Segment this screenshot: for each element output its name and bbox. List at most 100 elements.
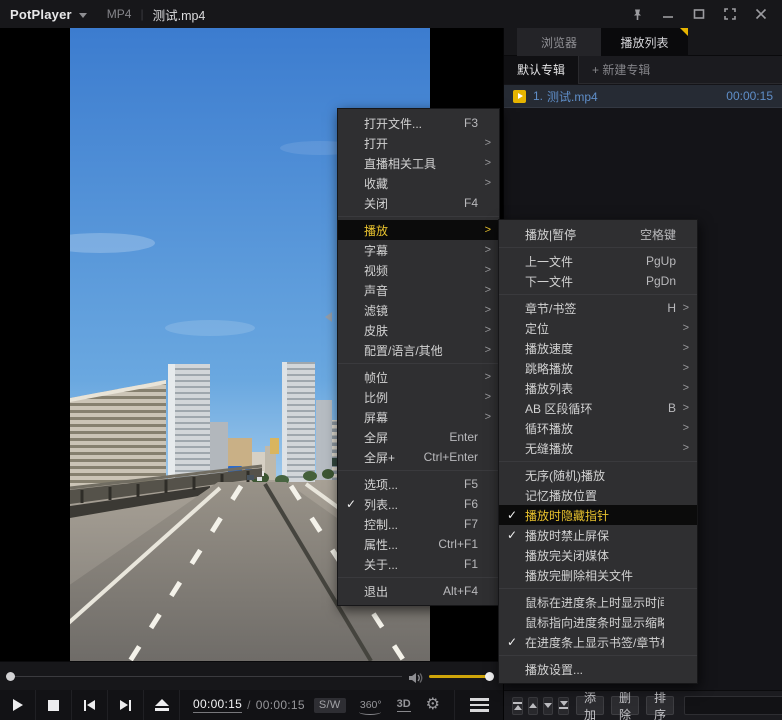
app-menu-button[interactable]: PotPlayer xyxy=(10,7,72,22)
volume-knob[interactable] xyxy=(485,672,494,681)
submenu-arrow-icon xyxy=(478,344,491,356)
submenu-arrow-icon xyxy=(478,264,491,276)
submenu-arrow-icon xyxy=(478,391,491,403)
potplayer-window: PotPlayer MP4 | 测试.mp4 00:00:15 / 00:00:… xyxy=(0,0,782,720)
sort-button[interactable]: 排序 xyxy=(646,691,675,720)
stereo-3d-icon[interactable]: 3D xyxy=(396,698,411,712)
menu-item-fullscreen-plus[interactable]: 全屏+ Ctrl+Enter xyxy=(338,447,499,467)
submenu-arrow-icon xyxy=(478,411,491,423)
menu-item-loop[interactable]: 循环播放 xyxy=(499,418,697,438)
tab-playlist[interactable]: 播放列表 xyxy=(601,28,688,56)
menu-item-about[interactable]: 关于... F1 xyxy=(338,554,499,574)
eject-button[interactable] xyxy=(144,690,180,720)
menu-item-config-language[interactable]: 配置/语言/其他 xyxy=(338,340,499,360)
move-down-icon xyxy=(544,703,552,708)
playlist-toggle-icon[interactable] xyxy=(454,690,503,720)
playlist-row[interactable]: 1. 测试.mp4 00:00:15 xyxy=(504,85,782,108)
menu-item-properties[interactable]: 属性... Ctrl+F1 xyxy=(338,534,499,554)
menu-separator xyxy=(338,216,499,217)
menu-item-open-file[interactable]: 打开文件... F3 xyxy=(338,113,499,133)
settings-gear-icon[interactable]: ⚙ xyxy=(426,697,440,713)
menu-item-remember-position[interactable]: 记忆播放位置 xyxy=(499,485,697,505)
play-icon xyxy=(12,699,23,711)
panel-collapse-arrow-icon[interactable] xyxy=(325,312,332,322)
menu-item-chapters[interactable]: 章节/书签 H xyxy=(499,298,697,318)
menu-item-favorites[interactable]: 收藏 xyxy=(338,173,499,193)
maximize-icon[interactable] xyxy=(688,4,710,24)
submenu-arrow-icon xyxy=(478,177,491,189)
menu-item-frame[interactable]: 帧位 xyxy=(338,367,499,387)
menu-item-video[interactable]: 视频 xyxy=(338,260,499,280)
submenu-arrow-icon xyxy=(676,342,689,354)
menu-item-audio[interactable]: 声音 xyxy=(338,280,499,300)
next-button[interactable] xyxy=(108,690,144,720)
menu-item-ratio[interactable]: 比例 xyxy=(338,387,499,407)
transport-buttons xyxy=(0,690,180,720)
menu-item-seek[interactable]: 定位 xyxy=(499,318,697,338)
menu-item-skins[interactable]: 皮肤 xyxy=(338,320,499,340)
menu-item-filters[interactable]: 滤镜 xyxy=(338,300,499,320)
playlist-search[interactable] xyxy=(684,696,782,715)
menu-separator xyxy=(499,294,697,295)
menu-item-show-bookmarks[interactable]: 在进度条上显示书签/章节标记 xyxy=(499,632,697,652)
search-input[interactable] xyxy=(685,699,782,712)
menu-item-fullscreen[interactable]: 全屏 Enter xyxy=(338,427,499,447)
menu-item-next-file[interactable]: 下一文件 PgDn xyxy=(499,271,697,291)
play-button[interactable] xyxy=(0,690,36,720)
menu-item-hide-cursor[interactable]: 播放时隐藏指针 xyxy=(499,505,697,525)
menu-item-shuffle[interactable]: 无序(随机)播放 xyxy=(499,465,697,485)
menu-item-close[interactable]: 关闭 F4 xyxy=(338,193,499,213)
menu-item-play[interactable]: 播放 xyxy=(338,220,499,240)
menu-item-options[interactable]: 选项... F5 xyxy=(338,474,499,494)
menu-item-play-pause[interactable]: 播放|暂停 空格键 xyxy=(499,224,697,244)
seek-bar-row xyxy=(0,661,503,690)
menu-item-show-time-on-hover[interactable]: 鼠标在进度条上时显示时间 xyxy=(499,592,697,612)
fullscreen-icon[interactable] xyxy=(719,4,741,24)
tab-browser[interactable]: 浏览器 xyxy=(517,28,601,56)
menu-item-open[interactable]: 打开 xyxy=(338,133,499,153)
menu-item-exit[interactable]: 退出 Alt+F4 xyxy=(338,581,499,601)
rotation-360-icon[interactable]: 360° xyxy=(358,699,382,715)
move-up-button[interactable] xyxy=(528,696,538,715)
menu-item-subtitles[interactable]: 字幕 xyxy=(338,240,499,260)
title-divider: | xyxy=(140,7,144,21)
album-tab-default[interactable]: 默认专辑 xyxy=(504,55,580,84)
stop-icon xyxy=(48,699,59,711)
close-icon[interactable] xyxy=(750,4,772,24)
move-top-button[interactable] xyxy=(512,696,523,715)
chevron-down-icon[interactable] xyxy=(78,12,87,18)
move-down-button[interactable] xyxy=(543,696,553,715)
seek-track[interactable] xyxy=(14,676,402,677)
menu-item-disable-screensaver[interactable]: 播放时禁止屏保 xyxy=(499,525,697,545)
pin-icon[interactable] xyxy=(626,4,648,24)
album-bar: 默认专辑 + 新建专辑 xyxy=(504,55,782,84)
menu-item-speed[interactable]: 播放速度 xyxy=(499,338,697,358)
speaker-icon[interactable] xyxy=(409,671,424,689)
volume-slider[interactable] xyxy=(429,675,492,678)
menu-item-show-thumbnail-on-hover[interactable]: 鼠标指向进度条时显示缩略图 xyxy=(499,612,697,632)
menu-item-playlist-view[interactable]: 列表...F6 xyxy=(338,494,499,514)
seek-knob[interactable] xyxy=(6,672,15,681)
menu-item-ab-repeat[interactable]: AB 区段循环 B xyxy=(499,398,697,418)
menu-item-delete-after-play[interactable]: 播放完删除相关文件 xyxy=(499,565,697,585)
menu-item-prev-file[interactable]: 上一文件 PgUp xyxy=(499,251,697,271)
control-bar-right: 360° 3D ⚙ xyxy=(358,690,503,720)
album-tab-new[interactable]: + 新建专辑 xyxy=(592,61,650,78)
previous-button[interactable] xyxy=(72,690,108,720)
menu-item-skip-playback[interactable]: 跳略播放 xyxy=(499,358,697,378)
submenu-arrow-icon xyxy=(478,224,491,236)
menu-item-close-after-play[interactable]: 播放完关闭媒体 xyxy=(499,545,697,565)
submenu-arrow-icon xyxy=(478,137,491,149)
menu-item-seamless[interactable]: 无缝播放 xyxy=(499,438,697,458)
delete-button[interactable]: 删除 xyxy=(611,691,640,720)
menu-item-playback-settings[interactable]: 播放设置... xyxy=(499,659,697,679)
minimize-icon[interactable] xyxy=(657,4,679,24)
menu-item-controls[interactable]: 控制... F7 xyxy=(338,514,499,534)
add-button[interactable]: 添加 xyxy=(576,691,605,720)
next-icon xyxy=(119,700,128,710)
menu-item-screen[interactable]: 屏幕 xyxy=(338,407,499,427)
stop-button[interactable] xyxy=(36,690,72,720)
menu-item-live-tools[interactable]: 直播相关工具 xyxy=(338,153,499,173)
menu-item-playlist[interactable]: 播放列表 xyxy=(499,378,697,398)
move-bottom-button[interactable] xyxy=(558,696,569,715)
